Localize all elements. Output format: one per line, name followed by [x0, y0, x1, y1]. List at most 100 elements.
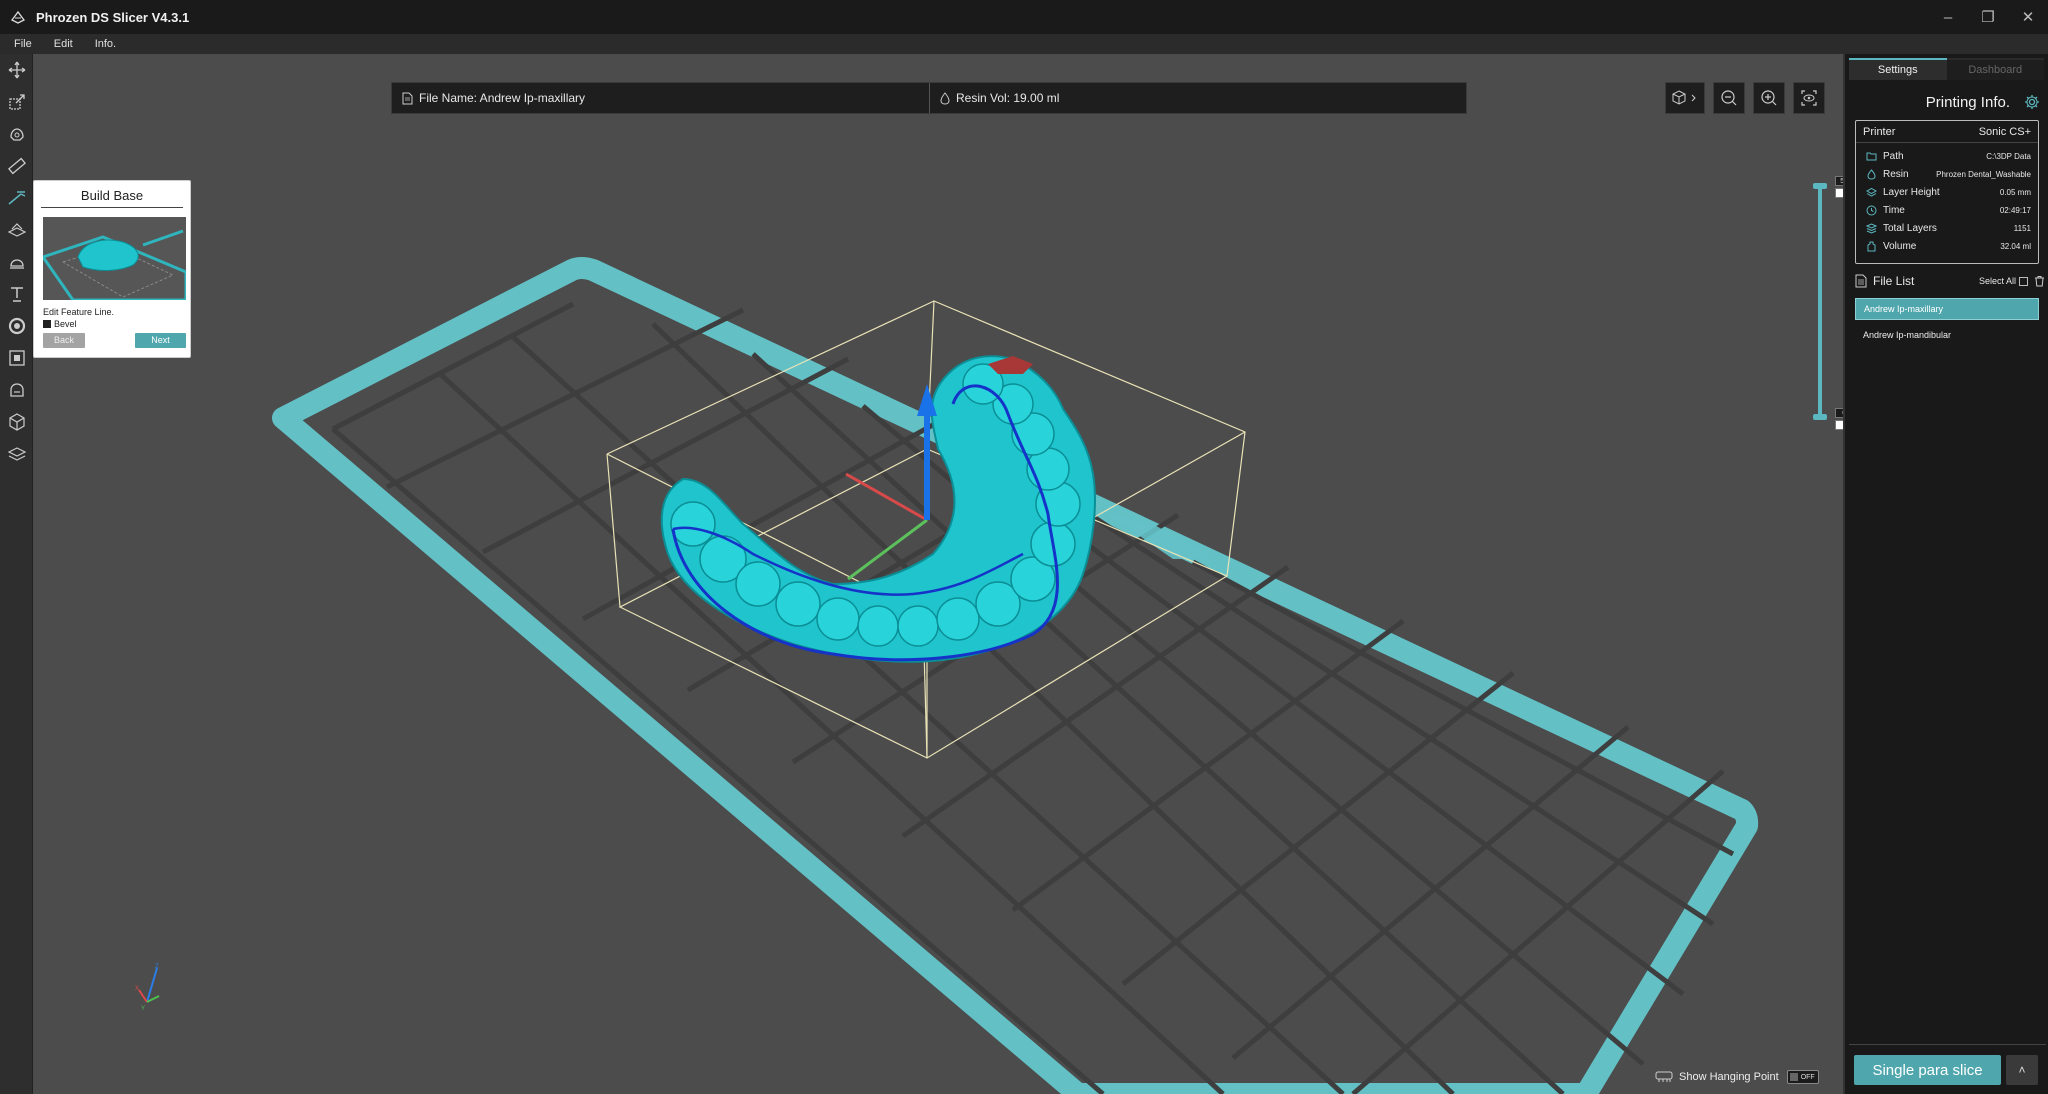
- app-window: Phrozen DS Slicer V4.3.1 – ❐ ✕ File Edit…: [0, 0, 2048, 1094]
- stack-icon: [1865, 222, 1877, 234]
- slice-bar: Single para slice ˄: [1849, 1044, 2046, 1094]
- tab-dashboard[interactable]: Dashboard: [1946, 58, 2044, 80]
- info-row-path: Path C:\3DP Data: [1856, 147, 2038, 165]
- next-button[interactable]: Next: [135, 333, 186, 348]
- ring-tool-icon[interactable]: [0, 310, 33, 342]
- file-item-maxillary[interactable]: Andrew Ip-maxillary: [1855, 298, 2039, 320]
- drop-icon: [940, 91, 950, 105]
- info-value: Phrozen Dental_Washable: [1936, 169, 2031, 179]
- scale-tool-icon[interactable]: [0, 86, 33, 118]
- hanging-point-label: Show Hanging Point: [1679, 1071, 1779, 1083]
- printing-info-title: Printing Info.: [1925, 93, 2010, 111]
- app-logo-icon: [8, 7, 28, 27]
- zoom-out-button[interactable]: [1713, 82, 1745, 114]
- feature-line-tool-icon[interactable]: [0, 182, 33, 214]
- file-icon: [402, 92, 413, 104]
- back-button[interactable]: Back: [43, 333, 85, 348]
- svg-text:Y: Y: [141, 1006, 145, 1012]
- layer-tool-icon[interactable]: [0, 438, 33, 470]
- right-panel: Settings Dashboard Printing Info. Printe…: [1843, 54, 2048, 1094]
- select-all-label: Select All: [1978, 276, 2016, 286]
- build-base-dialog: Build Base Edit Feature Line. Bevel Back…: [33, 180, 191, 358]
- build-base-instruction: Edit Feature Line.: [43, 307, 115, 317]
- info-value: 02:49:17: [1999, 205, 2031, 215]
- file-list-header: File List Select All: [1855, 272, 2045, 290]
- svg-text:Z: Z: [155, 964, 159, 970]
- 3d-viewport[interactable]: File Name: Andrew Ip-maxillary Resin Vol…: [33, 54, 1843, 1094]
- layer-slider-bottom-handle[interactable]: [1813, 414, 1827, 420]
- zoom-in-button[interactable]: [1753, 82, 1785, 114]
- close-button[interactable]: ✕: [2008, 0, 2048, 34]
- info-label: Resin: [1883, 168, 1909, 180]
- info-label: Path: [1883, 150, 1904, 162]
- bevel-label: Bevel: [54, 319, 77, 329]
- layer-slider[interactable]: 57.550 1151 0.000 0: [1783, 176, 1843, 436]
- info-value: 1151: [2013, 223, 2031, 233]
- toggle-knob: [1789, 1073, 1798, 1081]
- printer-label: Printer: [1863, 125, 1896, 138]
- title-bar: Phrozen DS Slicer V4.3.1 – ❐ ✕: [0, 0, 2048, 34]
- printing-info-box: Printer Sonic CS+ Path C:\3DP Data Resin…: [1855, 120, 2039, 264]
- bottle-icon: [1865, 240, 1877, 252]
- tab-settings[interactable]: Settings: [1849, 58, 1947, 80]
- resin-volume-label: Resin Vol: 19.00 ml: [956, 91, 1060, 105]
- restore-button[interactable]: ❐: [1968, 0, 2008, 34]
- drop-icon: [1865, 168, 1877, 180]
- file-list-title-wrap: File List: [1855, 274, 1979, 288]
- printer-value: Sonic CS+: [1978, 125, 2031, 138]
- build-base-tool-icon[interactable]: [0, 214, 33, 246]
- info-row-volume: Volume 32.04 ml: [1856, 237, 2038, 255]
- printing-info-header: Printing Info.: [1845, 92, 2048, 112]
- slice-tool-icon[interactable]: [0, 342, 33, 374]
- printer-row[interactable]: Printer Sonic CS+: [1856, 121, 2038, 143]
- info-label: Layer Height: [1883, 186, 1940, 198]
- measure-tool-icon[interactable]: [0, 150, 33, 182]
- hanging-point-toggle[interactable]: OFF: [1786, 1070, 1819, 1084]
- toggle-state: OFF: [1800, 1073, 1815, 1081]
- single-para-slice-button[interactable]: Single para slice: [1854, 1055, 2001, 1085]
- bottom-height-value: 0.000: [1835, 408, 1843, 418]
- bevel-checkbox-box[interactable]: [43, 320, 51, 328]
- scene-canvas: [272, 257, 1759, 1094]
- top-layer-input[interactable]: 1151: [1835, 188, 1843, 198]
- select-all-checkbox[interactable]: [2019, 276, 2028, 286]
- move-tool-icon[interactable]: [0, 54, 33, 86]
- info-row-resin: Resin Phrozen Dental_Washable: [1856, 165, 2038, 183]
- select-all-control[interactable]: Select All: [1979, 276, 2028, 286]
- trash-icon[interactable]: [2034, 275, 2045, 287]
- file-list-icon: [1855, 274, 1867, 288]
- panel-tabs: Settings Dashboard: [1849, 58, 2044, 80]
- file-item-mandibular[interactable]: Andrew Ip-mandibular: [1855, 324, 2039, 346]
- layer-slider-top-handle[interactable]: [1813, 183, 1827, 189]
- hollow-tool-icon[interactable]: [0, 118, 33, 150]
- bevel-checkbox[interactable]: Bevel: [43, 319, 77, 329]
- view-cube-button[interactable]: [1665, 82, 1705, 114]
- layer-slider-track: [1818, 186, 1822, 414]
- menu-info[interactable]: Info.: [95, 38, 116, 50]
- info-value: C:\3DP Data: [1986, 151, 2031, 161]
- hanging-point-icon: [1655, 1071, 1673, 1082]
- file-info-bar: File Name: Andrew Ip-maxillary Resin Vol…: [391, 82, 1467, 114]
- layers-icon: [1865, 186, 1877, 198]
- menu-file[interactable]: File: [14, 38, 32, 50]
- view-fit-button[interactable]: [1793, 82, 1825, 114]
- text-tool-icon[interactable]: [0, 278, 33, 310]
- bottom-layer-input[interactable]: 0: [1835, 420, 1843, 430]
- minimize-button[interactable]: –: [1928, 0, 1968, 34]
- mold-tool-icon[interactable]: [0, 374, 33, 406]
- slice-options-caret-button[interactable]: ˄: [2006, 1055, 2038, 1085]
- info-value: 0.05 mm: [1999, 187, 2031, 197]
- clock-icon: [1865, 204, 1877, 216]
- gear-icon[interactable]: [2024, 94, 2040, 110]
- folder-icon: [1865, 150, 1877, 162]
- left-toolbar: [0, 54, 33, 1094]
- top-height-value: 57.550: [1835, 176, 1843, 186]
- cube-tool-icon[interactable]: [0, 406, 33, 438]
- info-label: Total Layers: [1883, 222, 1937, 234]
- menu-edit[interactable]: Edit: [54, 38, 73, 50]
- hanging-point-control: Show Hanging Point OFF: [1655, 1070, 1819, 1084]
- app-title: Phrozen DS Slicer V4.3.1: [36, 9, 190, 25]
- support-tool-icon[interactable]: [0, 246, 33, 278]
- file-name-label: File Name: Andrew Ip-maxillary: [419, 91, 586, 105]
- info-label: Time: [1883, 204, 1905, 216]
